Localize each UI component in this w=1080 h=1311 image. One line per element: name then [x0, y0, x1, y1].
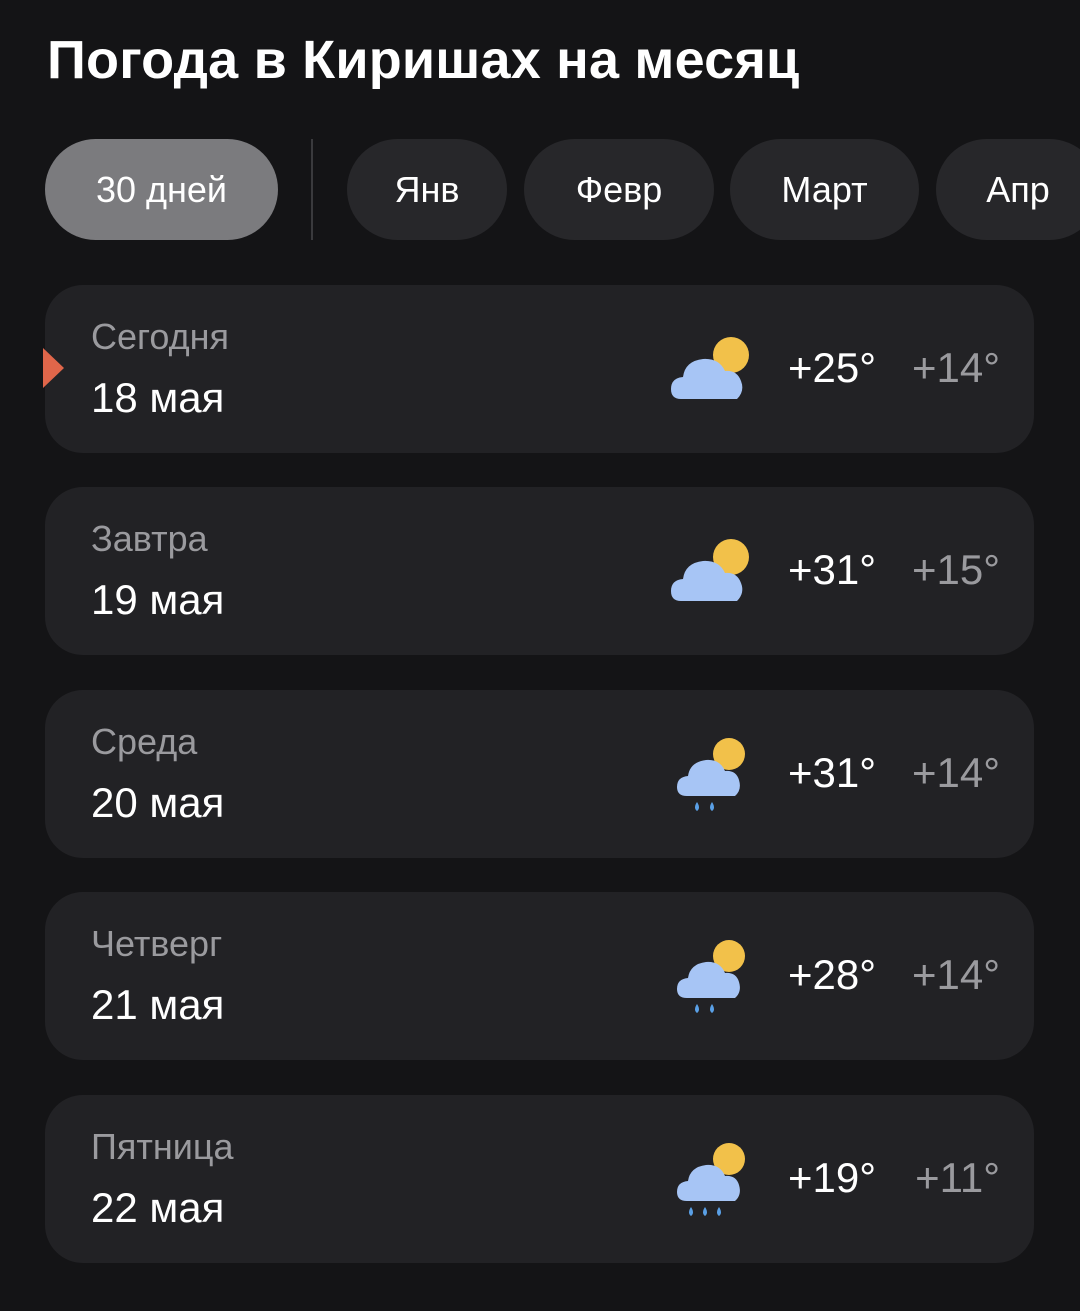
light-rain-icon [677, 738, 745, 811]
temperature-min: +11° [915, 1154, 1000, 1201]
temperature-min: +14° [911, 951, 1000, 998]
temperature-min: +14° [911, 344, 1000, 391]
light-rain-icon [677, 940, 745, 1013]
day-date: 20 мая [91, 779, 225, 826]
day-date: 18 мая [91, 374, 225, 421]
day-name: Среда [91, 721, 198, 762]
temperature-max: +31° [787, 749, 876, 796]
day-card-thursday[interactable]: Четверг 21 мая +28° +14° [45, 892, 1034, 1060]
temperature-min: +14° [911, 749, 1000, 796]
day-name: Завтра [91, 518, 208, 559]
day-card-wednesday[interactable]: Среда 20 мая +31° +14° [45, 690, 1034, 858]
day-card-tomorrow[interactable]: Завтра 19 мая +31° +15° [45, 487, 1034, 655]
temperature-max: +19° [787, 1154, 876, 1201]
day-name: Сегодня [91, 316, 229, 357]
rain-icon [677, 1143, 745, 1216]
day-date: 19 мая [91, 576, 225, 623]
temperature-min: +15° [911, 546, 1000, 593]
day-name: Четверг [91, 923, 223, 964]
day-card-friday[interactable]: Пятница 22 мая +19° +11° [45, 1095, 1034, 1263]
day-card-today[interactable]: Сегодня 18 мая +25° +14° [45, 285, 1034, 453]
forecast-list: Сегодня 18 мая +25° +14° Завтра 19 мая +… [0, 0, 1080, 1311]
partly-cloudy-icon [671, 539, 749, 601]
day-date: 21 мая [91, 981, 225, 1028]
temperature-max: +28° [787, 951, 876, 998]
today-marker [43, 348, 64, 388]
temperature-max: +31° [787, 546, 876, 593]
day-name: Пятница [91, 1126, 234, 1167]
day-date: 22 мая [91, 1184, 225, 1231]
temperature-max: +25° [787, 344, 876, 391]
partly-cloudy-icon [671, 337, 749, 399]
